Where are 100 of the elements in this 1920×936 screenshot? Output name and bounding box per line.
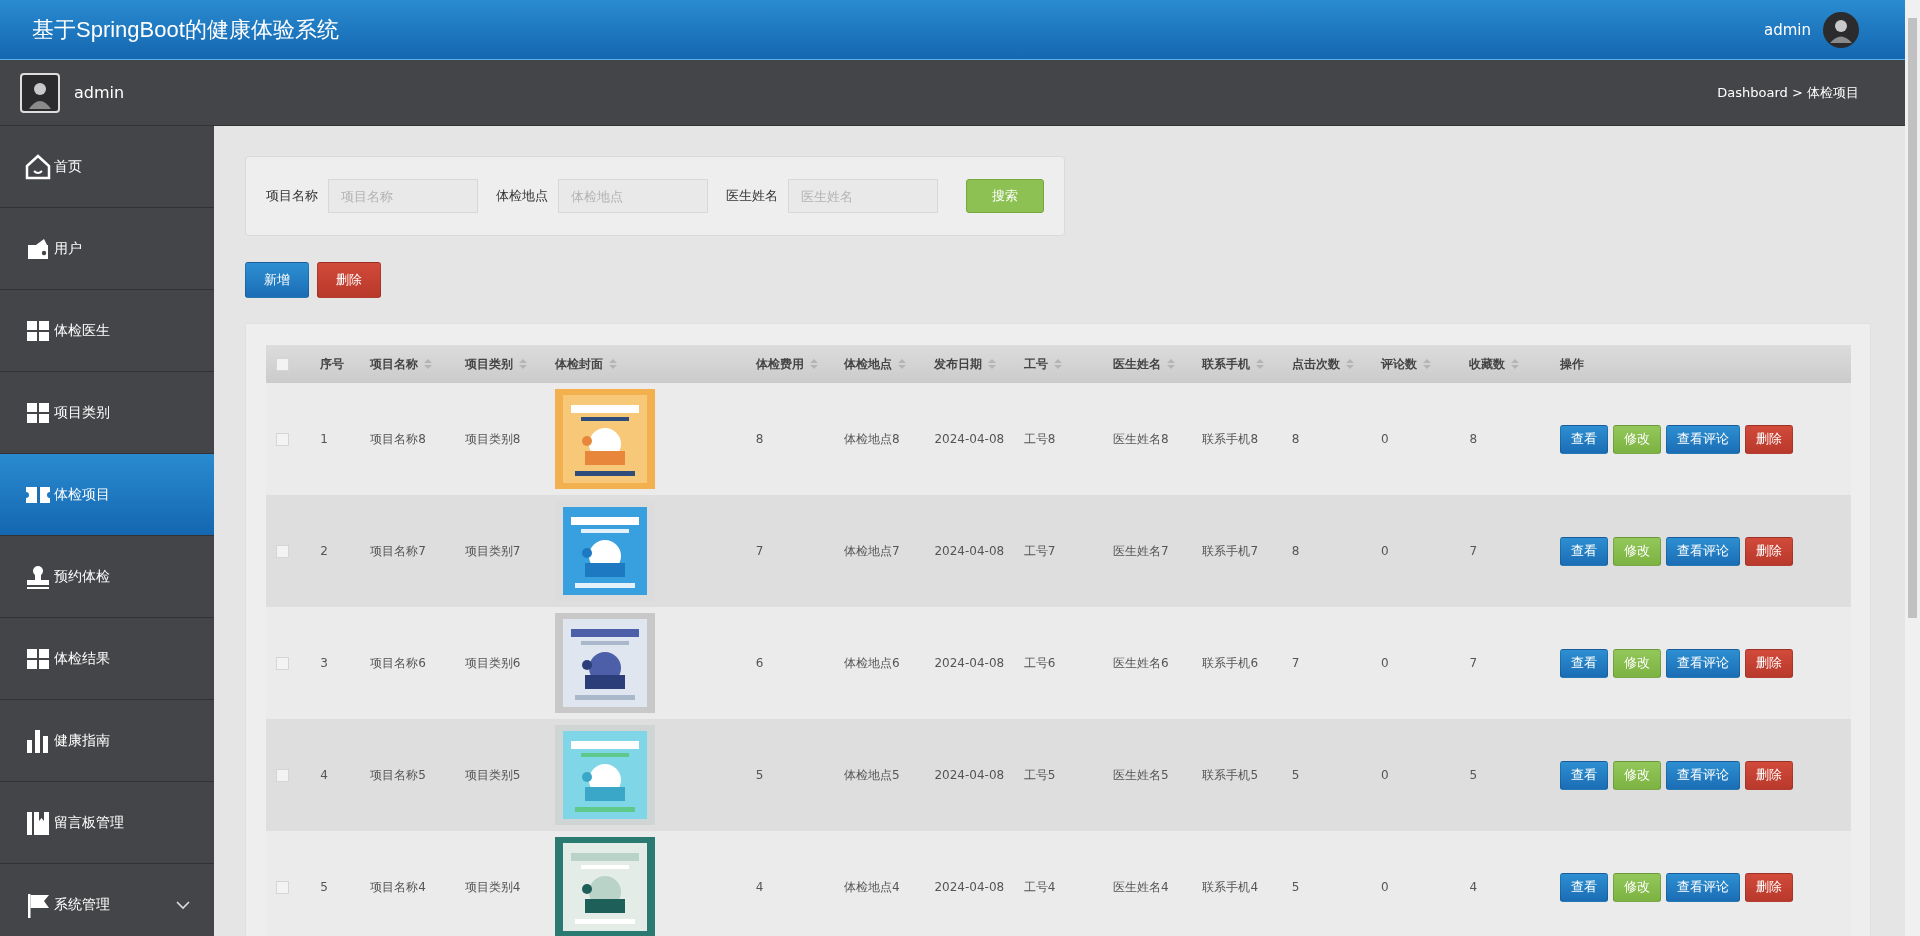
home-icon [24,152,52,181]
sort-icon[interactable] [988,358,997,370]
table-cell: 联系手机7 [1202,543,1259,558]
table-cell: 2024-04-08 [934,880,1005,894]
sort-icon[interactable] [1345,358,1354,370]
view-button[interactable]: 查看评论 [1665,424,1740,454]
table-cell: 项目名称7 [370,543,426,558]
table-cell: 医生姓名6 [1113,655,1169,670]
sort-icon[interactable] [898,358,907,370]
table-cell: 4 [1469,880,1478,894]
sort-icon[interactable] [809,358,818,370]
sidebar-item[interactable]: 体检结果 [0,618,214,700]
checkbox[interactable] [276,544,289,558]
table-cell: 医生姓名7 [1113,543,1169,558]
sort-icon[interactable] [609,358,617,370]
checkbox[interactable] [276,768,289,782]
table-cell: 项目名称6 [370,655,426,670]
sidebar-item[interactable]: 体检项目 [0,454,214,536]
delete-button[interactable]: 删除 [1744,872,1793,902]
sort-icon[interactable] [1053,358,1062,370]
sort-icon[interactable] [424,358,433,370]
table-cell: 2 [320,544,328,558]
column-header[interactable]: 序号 [320,355,345,373]
table-cell: 医生姓名5 [1113,767,1169,782]
sort-icon[interactable] [1423,358,1432,370]
view-button[interactable]: 查看 [1559,872,1608,902]
table-cell: 项目类别8 [464,431,521,446]
avatar[interactable] [1823,11,1859,48]
view-button[interactable]: 查看评论 [1665,648,1740,678]
table-cell: 0 [1381,432,1389,446]
table-cell: 项目类别4 [464,879,521,894]
view-button[interactable]: 查看评论 [1665,536,1740,566]
column-header[interactable]: 发布日期 [934,355,983,373]
sort-icon[interactable] [1256,358,1265,370]
table-cell: 2024-04-08 [934,544,1005,558]
view-button[interactable]: 查看评论 [1665,760,1740,790]
checkbox[interactable] [276,880,289,894]
view-button[interactable]: 查看 [1559,424,1608,454]
table-cell: 8 [1469,432,1478,446]
sidebar-item[interactable]: 用户 [0,208,214,290]
table-cell: 3 [320,656,328,670]
table-cell: 医生姓名4 [1113,879,1169,894]
sidebar-item[interactable]: 留言板管理 [0,782,214,864]
add-button[interactable]: 新增 [245,262,309,298]
scrollbar[interactable] [1905,0,1920,936]
table-cell: 工号7 [1023,543,1056,558]
sidebar-item[interactable]: 健康指南 [0,700,214,782]
column-header[interactable]: 工号 [1023,355,1048,373]
column-header[interactable]: 项目名称 [370,355,419,373]
table-cell: 工号8 [1023,431,1056,446]
column-header[interactable]: 操作 [1559,355,1584,373]
table-cell: 8 [1291,432,1300,446]
avatar [20,72,60,113]
view-button[interactable]: 查看 [1559,648,1608,678]
delete-button[interactable]: 删除 [1744,424,1793,454]
table-cell: 联系手机6 [1202,655,1259,670]
table-cell: 2024-04-08 [934,432,1005,446]
column-header[interactable]: 体检封面 [555,355,603,373]
column-header[interactable]: 点击次数 [1291,355,1340,373]
table-cell: 联系手机5 [1202,767,1259,782]
delete-button[interactable]: 删除 [1744,648,1793,678]
table-cell: 5 [755,768,764,782]
column-header[interactable]: 体检地点 [844,355,893,373]
view-button[interactable]: 查看评论 [1665,872,1740,902]
delete-button[interactable]: 删除 [1744,536,1793,566]
table-cell: 项目类别7 [464,543,521,558]
column-header[interactable]: 体检费用 [755,355,804,373]
view-button[interactable]: 查看 [1559,536,1608,566]
sort-icon[interactable] [1511,358,1520,370]
column-header[interactable]: 项目类别 [464,355,513,373]
sidebar-item[interactable]: 预约体检 [0,536,214,618]
sort-icon[interactable] [518,358,527,370]
column-header[interactable]: 收藏数 [1469,355,1506,373]
user-name[interactable]: admin [1764,20,1811,39]
table-cell: 项目名称4 [370,879,426,894]
table-cell: 7 [755,544,764,558]
table-cell: 项目名称8 [370,431,426,446]
table-cell: 0 [1381,880,1389,894]
table-cell: 8 [1291,544,1300,558]
sidebar-item[interactable]: 首页 [0,126,214,208]
view-button[interactable]: 查看 [1559,760,1608,790]
checkbox[interactable] [276,656,289,670]
table-cell: 7 [1469,656,1478,670]
table-cell: 4 [755,880,764,894]
sidebar-item[interactable]: 体检医生 [0,290,214,372]
checkbox[interactable] [276,357,289,371]
table-cell: 体检地点8 [844,431,900,446]
delete-button[interactable]: 删除 [1744,760,1793,790]
table-cell: 项目类别6 [464,655,521,670]
column-header[interactable]: 评论数 [1381,355,1418,373]
checkbox[interactable] [276,432,289,446]
table-cell: 0 [1381,656,1389,670]
table-cell: 医生姓名8 [1113,431,1169,446]
table-cell: 体检地点4 [844,879,900,894]
sort-icon[interactable] [1167,358,1176,370]
column-header[interactable]: 联系手机 [1202,355,1251,373]
delete-button[interactable]: 删除 [317,262,381,298]
table-cell: 联系手机4 [1202,879,1259,894]
column-header[interactable]: 医生姓名 [1113,355,1162,373]
sidebar-item[interactable]: 系统管理 [0,864,214,936]
